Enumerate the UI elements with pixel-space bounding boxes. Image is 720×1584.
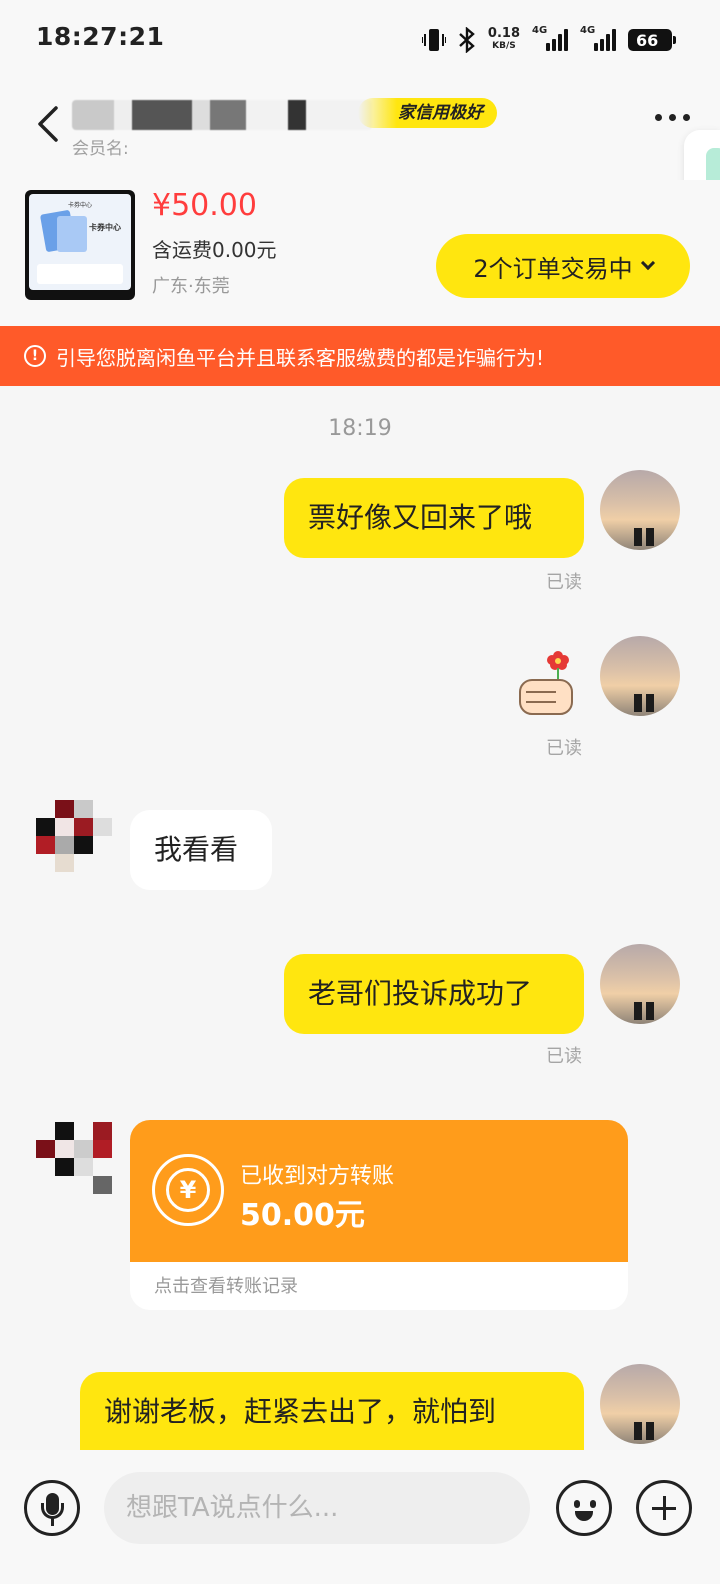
product-price: ¥50.00	[152, 188, 257, 223]
orders-button-label: 2个订单交易中	[473, 254, 633, 283]
message-bubble-sent[interactable]: 谢谢老板，赶紧去出了，就怕到	[80, 1372, 584, 1450]
thumbs-up-flower-icon[interactable]	[514, 646, 576, 718]
plus-icon[interactable]	[636, 1480, 692, 1536]
chat-header: 家信用极好 会员名:	[0, 80, 720, 180]
orders-in-progress-button[interactable]: 2个订单交易中	[436, 234, 690, 298]
thumb-title: 卡券中心	[67, 202, 92, 209]
bluetooth-icon	[459, 27, 475, 53]
seller-avatar[interactable]	[36, 800, 112, 888]
money-transfer-card[interactable]: ¥ 已收到对方转账 50.00元 点击查看转账记录	[130, 1120, 628, 1310]
read-status: 已读	[546, 738, 582, 759]
warning-text: 引导您脱离闲鱼平台并且联系客服缴费的都是诈骗行为!	[56, 345, 545, 370]
seller-location: 广东·东莞	[152, 276, 230, 297]
vibrate-icon	[421, 29, 446, 51]
warning-icon: !	[24, 345, 46, 367]
chevron-down-icon	[640, 255, 655, 271]
sim1-label: 4G	[532, 25, 548, 36]
credit-badge[interactable]: 家信用极好	[358, 98, 497, 128]
message-bubble-sent[interactable]: 票好像又回来了哦	[284, 478, 584, 558]
sim2-label: 4G	[580, 25, 596, 36]
my-avatar[interactable]	[600, 944, 680, 1024]
transfer-amount: 50.00元	[240, 1198, 365, 1233]
back-icon[interactable]	[30, 102, 66, 146]
message-input[interactable]	[104, 1472, 530, 1544]
network-speed-unit: KB/S	[492, 41, 516, 51]
status-bar: 18:27:21 0.18 KB/S 4G 4G 66	[0, 0, 720, 80]
my-avatar[interactable]	[600, 470, 680, 550]
message-bubble-sent[interactable]: 老哥们投诉成功了	[284, 954, 584, 1034]
member-label: 会员名:	[72, 139, 129, 159]
battery-icon: 66	[628, 29, 676, 51]
network-speed: 0.18 KB/S	[488, 27, 520, 53]
product-thumbnail[interactable]: 卡券中心 卡券中心	[25, 190, 135, 300]
microphone-icon[interactable]	[24, 1480, 80, 1536]
shipping-fee: 含运费0.00元	[152, 238, 277, 262]
message-bubble-received[interactable]: 我看看	[130, 810, 272, 890]
chat-messages[interactable]: 18:19 票好像又回来了哦 已读 已读 我看看 老哥们投诉成功了 已读 ¥ 已…	[0, 386, 720, 1450]
read-status: 已读	[546, 1046, 582, 1067]
seller-name-redacted[interactable]	[72, 100, 372, 130]
signal-sim1-icon: 4G	[532, 25, 568, 51]
status-icons: 0.18 KB/S 4G 4G 66	[421, 24, 676, 56]
view-transfer-record-link[interactable]: 点击查看转账记录	[154, 1272, 298, 1298]
more-options-icon[interactable]	[655, 114, 690, 121]
network-speed-value: 0.18	[487, 26, 520, 41]
transfer-title: 已收到对方转账	[240, 1164, 395, 1189]
status-time: 18:27:21	[36, 22, 165, 51]
yuan-coin-icon: ¥	[152, 1154, 224, 1226]
message-timestamp: 18:19	[328, 416, 392, 441]
product-card[interactable]: 卡券中心 卡券中心 ¥50.00 含运费0.00元 广东·东莞 2个订单交易中	[0, 180, 720, 326]
signal-sim2-icon: 4G	[580, 25, 616, 51]
thumb-heading: 卡券中心	[89, 223, 121, 232]
my-avatar[interactable]	[600, 1364, 680, 1444]
fraud-warning-banner: ! 引导您脱离闲鱼平台并且联系客服缴费的都是诈骗行为!	[0, 326, 720, 386]
message-input-bar	[0, 1450, 720, 1584]
read-status: 已读	[546, 572, 582, 593]
my-avatar[interactable]	[600, 636, 680, 716]
battery-level: 66	[636, 30, 659, 50]
seller-avatar[interactable]	[36, 1122, 112, 1210]
emoji-icon[interactable]	[556, 1480, 612, 1536]
